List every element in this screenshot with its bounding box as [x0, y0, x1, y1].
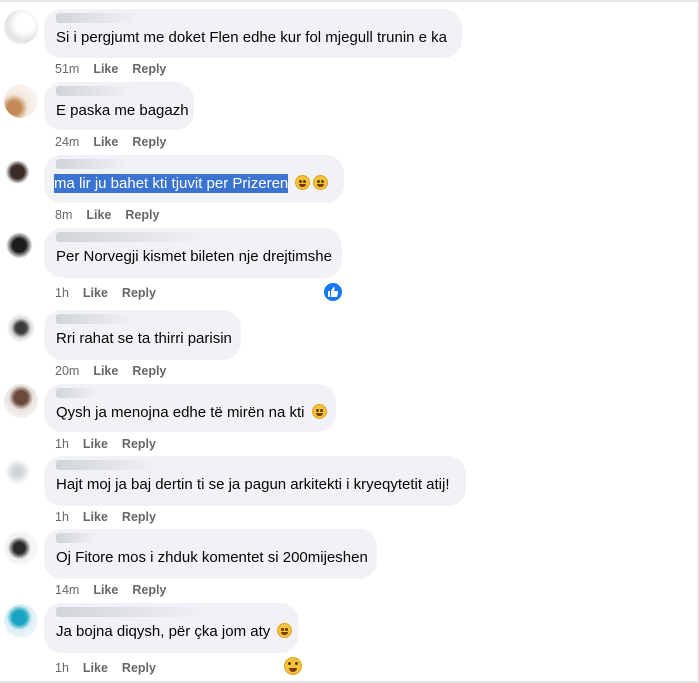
author-name-redacted[interactable] [56, 86, 132, 96]
comment-actions: 1h Like Reply [55, 437, 156, 451]
comment-bubble: Rri rahat se ta thirri parisin [44, 310, 241, 360]
comment-time[interactable]: 1h [55, 286, 69, 300]
comment-actions: 8m Like Reply [55, 208, 159, 222]
comment-text: E paska me bagazh [56, 102, 189, 119]
like-button[interactable]: Like [83, 286, 108, 300]
author-name-redacted[interactable] [56, 13, 138, 23]
comment-text-content: Qysh ja menojna edhe të mirën na kti [56, 404, 305, 421]
laugh-emoji-icon [295, 175, 311, 190]
comment-bubble: Hajt moj ja baj dertin ti se ja pagun ar… [44, 456, 466, 506]
smile-emoji-icon [277, 623, 293, 638]
like-button[interactable]: Like [86, 208, 111, 222]
reply-button[interactable]: Reply [125, 208, 159, 222]
comment-time[interactable]: 14m [55, 583, 79, 597]
reply-button[interactable]: Reply [122, 437, 156, 451]
like-button[interactable]: Like [93, 364, 118, 378]
comment-time[interactable]: 20m [55, 364, 79, 378]
comment-actions: 1h Like Reply [55, 661, 156, 675]
reply-button[interactable]: Reply [122, 286, 156, 300]
comment-text: Qysh ja menojna edhe të mirën na kti [56, 403, 327, 423]
comment-bubble: Si i pergjumt me doket Flen edhe kur fol… [44, 9, 462, 58]
author-name-redacted[interactable] [56, 533, 96, 543]
author-name-redacted[interactable] [56, 388, 96, 398]
comment-actions: 51m Like Reply [55, 62, 166, 76]
avatar[interactable] [4, 230, 38, 264]
reply-button[interactable]: Reply [122, 510, 156, 524]
like-button[interactable]: Like [93, 135, 118, 149]
reply-button[interactable]: Reply [132, 62, 166, 76]
author-name-redacted[interactable] [56, 314, 134, 324]
grin-emoji-icon [311, 404, 327, 419]
comment-text: Hajt moj ja baj dertin ti se ja pagun ar… [56, 476, 450, 493]
laugh-emoji-icon [313, 175, 329, 190]
avatar[interactable] [4, 84, 38, 118]
author-name-redacted[interactable] [56, 607, 206, 617]
avatar[interactable] [4, 10, 38, 44]
comment-time[interactable]: 24m [55, 135, 79, 149]
comment-bubble: Per Norvegji kismet bileten nje drejtims… [44, 228, 342, 278]
comment-bubble: ma lir ju bahet kti tjuvit per Prizeren [44, 155, 344, 203]
comment-text: Per Norvegji kismet bileten nje drejtims… [56, 248, 332, 265]
reply-button[interactable]: Reply [122, 661, 156, 675]
like-button[interactable]: Like [93, 583, 118, 597]
comment-actions: 24m Like Reply [55, 135, 166, 149]
author-name-redacted[interactable] [56, 460, 156, 470]
comment-bubble: Ja bojna diqysh, për çka jom aty [44, 603, 299, 653]
avatar[interactable] [4, 155, 38, 189]
avatar[interactable] [4, 384, 38, 418]
comment-time[interactable]: 1h [55, 437, 69, 451]
comment-time[interactable]: 1h [55, 510, 69, 524]
reply-button[interactable]: Reply [132, 583, 166, 597]
like-reaction-icon[interactable] [322, 281, 344, 303]
like-button[interactable]: Like [83, 437, 108, 451]
comment-text: ma lir ju bahet kti tjuvit per Prizeren [54, 174, 329, 194]
comment-actions: 14m Like Reply [55, 583, 166, 597]
comment-actions: 1h Like Reply [55, 286, 156, 300]
comment-actions: 20m Like Reply [55, 364, 166, 378]
comment-actions: 1h Like Reply [55, 510, 156, 524]
reply-button[interactable]: Reply [132, 135, 166, 149]
comment-bubble: E paska me bagazh [44, 82, 194, 130]
comment-text-content: Ja bojna diqysh, për çka jom aty [56, 623, 271, 640]
comment-bubble: Oj Fitore mos i zhduk komentet si 200mij… [44, 529, 377, 579]
comment-text: Oj Fitore mos i zhduk komentet si 200mij… [56, 549, 368, 566]
reply-button[interactable]: Reply [132, 364, 166, 378]
like-button[interactable]: Like [93, 62, 118, 76]
like-button[interactable]: Like [83, 510, 108, 524]
author-name-redacted[interactable] [56, 232, 206, 242]
avatar[interactable] [4, 604, 38, 638]
comment-bubble: Qysh ja menojna edhe të mirën na kti [44, 384, 336, 432]
avatar[interactable] [4, 311, 38, 345]
comment-text: Si i pergjumt me doket Flen edhe kur fol… [56, 29, 448, 46]
selected-text: ma lir ju bahet kti tjuvit per Prizeren [54, 174, 289, 193]
author-name-redacted[interactable] [56, 159, 128, 169]
like-button[interactable]: Like [83, 661, 108, 675]
comment-time[interactable]: 8m [55, 208, 72, 222]
comment-text: Ja bojna diqysh, për çka jom aty [56, 622, 293, 642]
comment-time[interactable]: 1h [55, 661, 69, 675]
laugh-reaction-icon[interactable] [284, 657, 302, 675]
avatar[interactable] [4, 531, 38, 565]
comment-time[interactable]: 51m [55, 62, 79, 76]
window-top-border [0, 0, 699, 2]
comment-text: Rri rahat se ta thirri parisin [56, 330, 232, 347]
avatar[interactable] [4, 458, 38, 492]
